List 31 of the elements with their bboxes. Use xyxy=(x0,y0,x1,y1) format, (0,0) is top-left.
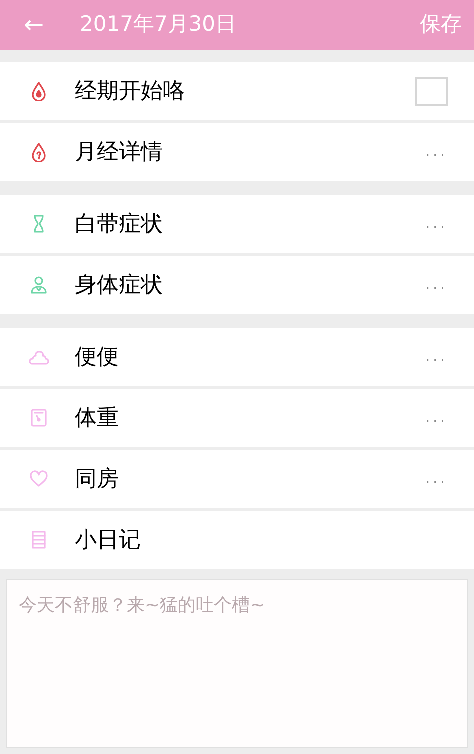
row-label: 同房 xyxy=(75,466,119,494)
more-text: ... xyxy=(426,408,448,428)
diary-input[interactable]: 今天不舒服？来~猛的吐个槽~ xyxy=(6,579,468,748)
more-text: ... xyxy=(426,142,448,162)
drop-icon xyxy=(29,81,49,101)
more-text: ... xyxy=(426,470,448,488)
row-label: 体重 xyxy=(75,404,119,432)
date-title: 2017年7月30日 xyxy=(80,11,237,38)
list-row[interactable]: 经期开始咯 xyxy=(0,62,474,120)
row-label: 白带症状 xyxy=(75,210,163,238)
person-icon xyxy=(29,275,49,295)
more-text: ... xyxy=(426,348,448,366)
list-row[interactable]: 小日记 xyxy=(0,511,474,569)
checkbox[interactable] xyxy=(415,76,448,106)
row-label: 经期开始咯 xyxy=(75,78,185,106)
more-text: ... xyxy=(426,276,448,294)
list-row[interactable]: 白带症状 ... xyxy=(0,195,474,253)
heart-icon xyxy=(29,469,49,489)
row-label: 小日记 xyxy=(75,526,141,554)
drop-icon xyxy=(29,142,49,162)
scale-icon xyxy=(29,408,49,428)
list-row[interactable]: 便便 ... xyxy=(0,328,474,386)
list-row[interactable]: 身体症状 ... xyxy=(0,256,474,314)
list-row[interactable]: 同房 ... xyxy=(0,450,474,508)
row-label: 月经详情 xyxy=(75,138,163,166)
list-row[interactable]: 月经详情 ... xyxy=(0,123,474,181)
row-label: 便便 xyxy=(75,344,119,372)
list-row[interactable]: 体重 ... xyxy=(0,389,474,447)
more-text: ... xyxy=(426,214,448,234)
notepad-icon xyxy=(29,530,49,550)
row-label: 身体症状 xyxy=(75,272,163,300)
